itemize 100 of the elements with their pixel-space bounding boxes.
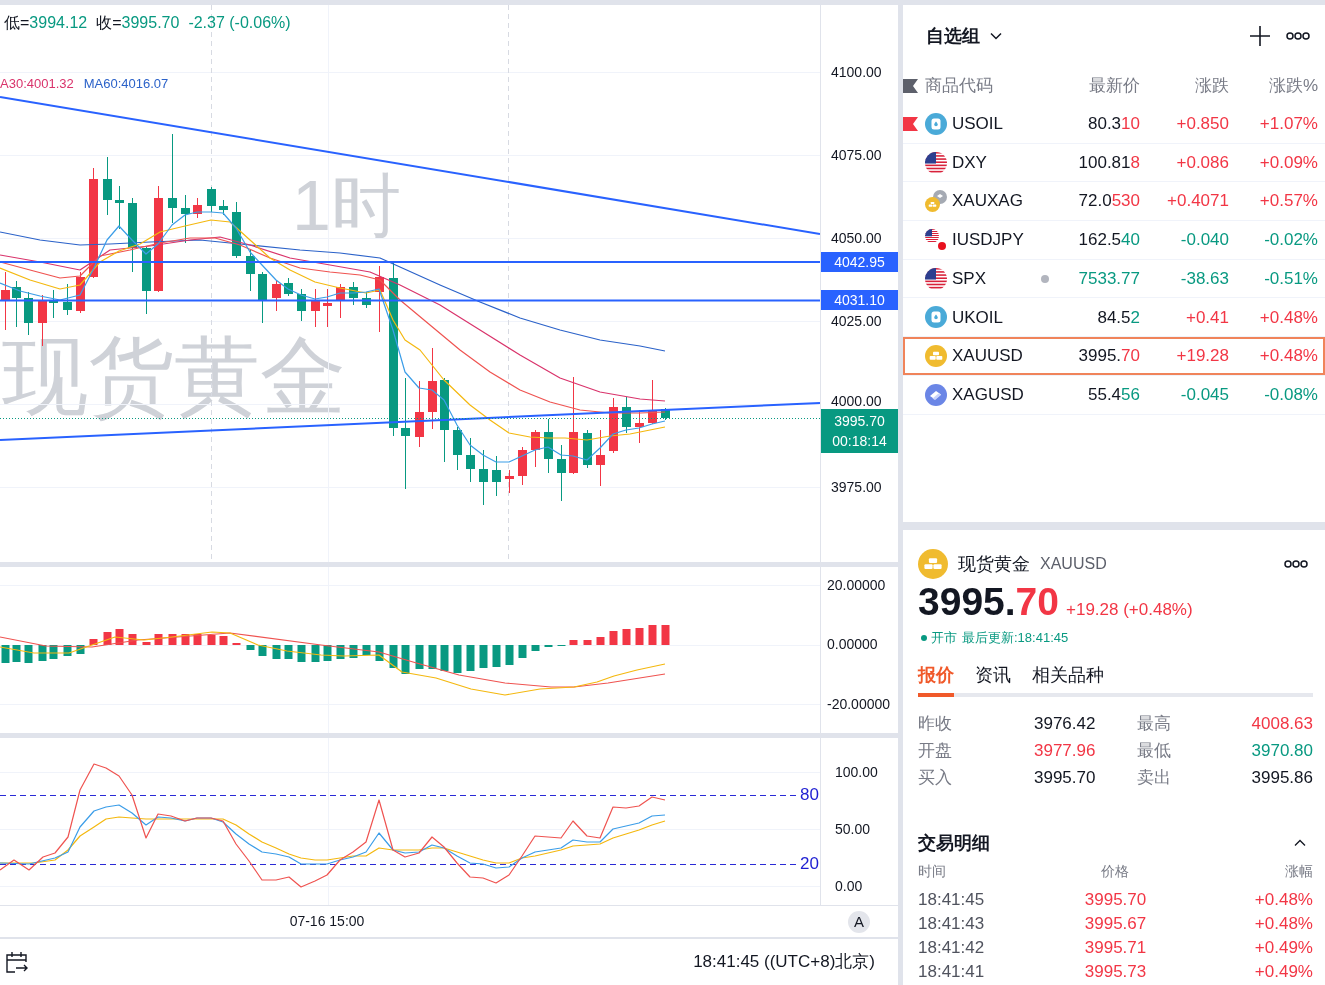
symbol-label: XAUUSD — [952, 345, 1023, 368]
stat-value: 3976.42 — [1034, 712, 1096, 735]
change-percent: +0.57% — [1259, 190, 1318, 213]
time-label: 07-16 15:00 — [289, 912, 365, 930]
trade-time: 18:41:45 — [918, 889, 985, 911]
stat-value: 3995.70 — [1034, 766, 1096, 789]
update-time: 最后更新:18:41:45 — [962, 630, 1069, 646]
last-price: 55.456 — [1088, 383, 1140, 406]
symbol-label: DXY — [952, 151, 987, 174]
trade-time: 18:41:42 — [918, 937, 985, 959]
stat-value: 3995.86 — [1251, 766, 1313, 789]
price-label: 4025.00 — [831, 312, 882, 331]
watchlist-row[interactable]: XAUUSD 3995.70 +19.28 +0.48% — [903, 337, 1325, 376]
level-label: 80 — [800, 785, 819, 805]
change-percent: +0.48% — [1259, 306, 1318, 329]
symbol-label: XAUXAG — [952, 190, 1023, 213]
stat-label: 昨收 — [918, 712, 952, 735]
stat-label: 最低 — [1137, 739, 1171, 762]
watchlist-row[interactable]: XAGUSD 55.456 -0.045 -0.08% — [903, 375, 1325, 415]
chevron-up-icon[interactable] — [1294, 839, 1306, 847]
last-price: 7533.77 — [1078, 267, 1140, 290]
price-change: +0.086 — [1176, 151, 1229, 174]
section-title: 交易明细 — [918, 832, 990, 855]
stat-label: 卖出 — [1137, 766, 1171, 789]
symbol-label: IUSDJPY — [952, 229, 1024, 252]
change-percent: -0.02% — [1264, 229, 1318, 252]
indicator-axis-label: 0.00000 — [827, 635, 878, 654]
trade-time: 18:41:43 — [918, 913, 985, 935]
stat-value: 4008.63 — [1251, 712, 1313, 735]
trade-change: +0.48% — [1254, 913, 1313, 935]
price-label: 4100.00 — [831, 63, 882, 82]
watchlist-row[interactable]: IUSDJPY 162.540 -0.040 -0.02% — [903, 221, 1325, 260]
column-header: 涨跌 — [1195, 75, 1229, 98]
price-change: +19.28 (+0.48%) — [1066, 599, 1193, 621]
price-change: +0.4071 — [1167, 190, 1229, 213]
price-label: 3975.00 — [831, 478, 882, 497]
flag-pair-icon — [925, 228, 947, 251]
price-label: 4000.00 — [831, 392, 882, 411]
price-change: -0.045 — [1180, 383, 1229, 406]
watchlist-row[interactable]: UKOIL 84.52 +0.41 +0.48% — [903, 298, 1325, 338]
symbol-label: USOIL — [952, 113, 1004, 136]
symbol-label: UKOIL — [952, 306, 1004, 329]
auto-scale-button[interactable]: A — [848, 910, 870, 933]
trade-price: 3995.70 — [1084, 889, 1147, 911]
change-percent: -0.51% — [1264, 267, 1318, 290]
watchlist-row[interactable]: USOIL 80.310 +0.850 +1.07% — [903, 105, 1325, 144]
stat-label: 最高 — [1137, 712, 1171, 735]
symbol-label: XAGUSD — [952, 383, 1024, 406]
watchlist-row[interactable]: DXY 100.818 +0.086 +0.09% — [903, 143, 1325, 183]
coin-pair-icon — [925, 190, 947, 213]
indicator-axis-label: -20.00000 — [827, 695, 891, 714]
trade-change: +0.49% — [1254, 961, 1313, 983]
plus-icon[interactable] — [1250, 26, 1270, 46]
us-flag-icon — [925, 267, 947, 290]
trade-price: 3995.67 — [1084, 913, 1147, 935]
price-change: +0.41 — [1186, 306, 1229, 329]
price-change: -2.37 (-0.06%) — [188, 13, 291, 33]
column-header: 时间 — [918, 862, 946, 881]
bars-icon — [918, 549, 948, 579]
drop-icon — [925, 306, 947, 329]
price-label: 4075.00 — [831, 146, 882, 165]
ohlc-value: 低=3994.12 — [4, 13, 88, 33]
trade-price: 3995.71 — [1084, 937, 1147, 959]
tab[interactable]: 相关品种 — [1032, 663, 1104, 697]
price-change: -0.040 — [1180, 229, 1229, 252]
us-flag-icon — [925, 151, 947, 174]
last-price: 84.52 — [1097, 306, 1140, 329]
trade-change: +0.48% — [1254, 889, 1313, 911]
ma-value: A30:4001.32 — [0, 75, 74, 93]
change-percent: +0.48% — [1259, 345, 1318, 368]
last-price: 72.0530 — [1078, 190, 1140, 213]
tab[interactable]: 资讯 — [975, 663, 1011, 697]
last-price: 3995.70 — [918, 582, 1059, 622]
price-line-label: 4042.95 — [821, 252, 898, 272]
ohlc-value: 收=3995.70 — [96, 13, 180, 33]
ingot-icon — [925, 383, 947, 406]
change-percent: +0.09% — [1259, 151, 1318, 174]
indicator-axis-label: 20.00000 — [827, 576, 886, 595]
more-icon[interactable] — [1284, 560, 1308, 568]
price-label: 4050.00 — [831, 229, 882, 248]
level-label: 20 — [800, 854, 819, 874]
flag-icon[interactable] — [903, 79, 918, 93]
flag-marker-icon[interactable] — [903, 116, 918, 131]
calendar-icon[interactable] — [5, 950, 29, 974]
more-icon[interactable] — [1286, 32, 1310, 40]
bars-icon — [925, 344, 947, 367]
trade-price: 3995.73 — [1084, 961, 1147, 983]
trade-change: +0.49% — [1254, 937, 1313, 959]
symbol-label: SPX — [952, 267, 987, 290]
instrument-name: 现货黄金 — [958, 553, 1030, 576]
watchlist-row[interactable]: XAUXAG 72.0530 +0.4071 +0.57% — [903, 182, 1325, 222]
indicator-axis-label: 0.00 — [835, 877, 863, 896]
stat-label: 买入 — [918, 766, 952, 789]
watchlist-row[interactable]: SPX 7533.77 -38.63 -0.51% — [903, 259, 1325, 299]
column-header: 涨幅 — [1285, 862, 1313, 881]
column-header: 商品代码 — [925, 75, 993, 98]
column-header: 涨跌% — [1268, 75, 1318, 98]
stat-label: 开盘 — [918, 739, 952, 762]
watchlist-selector[interactable]: 自选组 — [926, 24, 1002, 48]
drop-icon — [925, 112, 947, 135]
